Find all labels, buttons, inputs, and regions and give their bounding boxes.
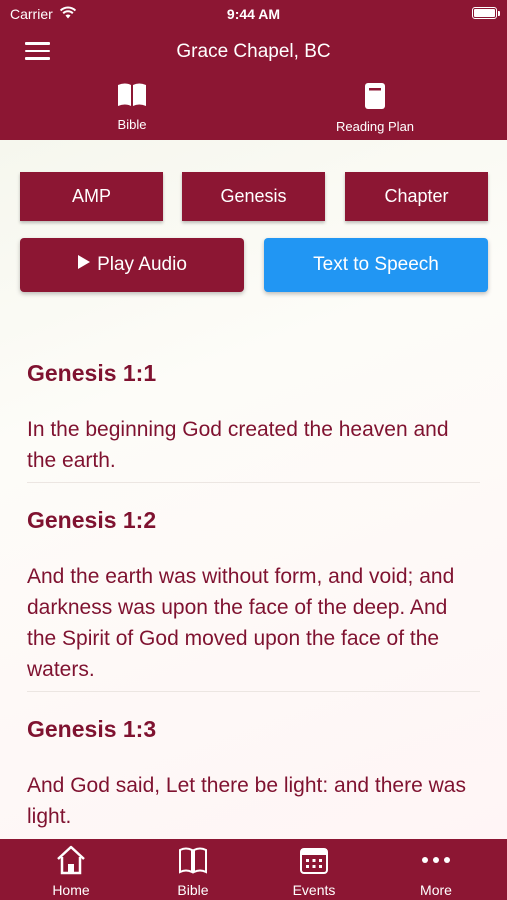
status-time: 9:44 AM: [226, 6, 281, 22]
text-to-speech-label: Text to Speech: [313, 254, 439, 275]
tab-reading-plan[interactable]: Reading Plan: [295, 82, 455, 134]
play-audio-button[interactable]: Play Audio: [20, 238, 244, 292]
nav-bar: Grace Chapel, BC: [0, 28, 507, 78]
open-book-icon: [116, 83, 148, 112]
selector-row: AMP Genesis Chapter: [20, 172, 488, 221]
page-title: Grace Chapel, BC: [176, 41, 331, 62]
more-dots-icon: [420, 857, 452, 879]
tab-label: Home: [52, 882, 90, 898]
bottom-tab-more[interactable]: More: [373, 845, 499, 898]
status-bar: Carrier 9:44 AM: [0, 0, 507, 28]
book-label: Genesis: [220, 186, 287, 206]
text-to-speech-button[interactable]: Text to Speech: [264, 238, 488, 292]
open-book-icon: [177, 847, 209, 879]
verse-item: Genesis 1:3 And God said, Let there be l…: [27, 714, 480, 838]
play-icon: [77, 254, 91, 276]
bottom-tab-bible[interactable]: Bible: [130, 845, 256, 898]
tab-label: Bible: [117, 117, 147, 132]
play-audio-label: Play Audio: [97, 254, 187, 275]
home-icon: [55, 845, 87, 879]
bottom-tab-bar: Home Bible Events More: [0, 839, 507, 900]
chapter-selector[interactable]: Chapter: [345, 172, 488, 221]
bible-content: AMP Genesis Chapter Play Audio Text to S…: [0, 140, 507, 839]
tab-bible[interactable]: Bible: [52, 82, 212, 132]
tab-label: Bible: [177, 882, 209, 898]
verse-text: And the earth was without form, and void…: [27, 565, 455, 681]
header: Carrier 9:44 AM Grace Chapel, BC Bible R…: [0, 0, 507, 140]
version-selector[interactable]: AMP: [20, 172, 163, 221]
bottom-tab-home[interactable]: Home: [8, 845, 134, 898]
verse-reference: Genesis 1:3: [27, 716, 157, 742]
battery-icon: [472, 7, 500, 19]
chapter-label: Chapter: [384, 186, 449, 206]
reading-plan-icon: [363, 83, 387, 114]
version-label: AMP: [71, 186, 111, 206]
bottom-tab-events[interactable]: Events: [251, 845, 377, 898]
verse-item: Genesis 1:2 And the earth was without fo…: [27, 505, 480, 692]
verse-item: Genesis 1:1 In the beginning God created…: [27, 358, 480, 483]
tab-label: More: [420, 882, 452, 898]
top-tab-bar: Bible Reading Plan: [0, 82, 507, 138]
verse-text: And God said, Let there be light: and th…: [27, 774, 466, 828]
verse-reference: Genesis 1:1: [27, 360, 157, 386]
tab-label: Events: [292, 882, 336, 898]
calendar-icon: [299, 848, 329, 879]
verse-text: In the beginning God created the heaven …: [27, 418, 449, 472]
book-selector[interactable]: Genesis: [182, 172, 325, 221]
verse-list: Genesis 1:1 In the beginning God created…: [27, 358, 480, 839]
action-row: Play Audio Text to Speech: [20, 238, 488, 292]
tab-label: Reading Plan: [335, 119, 415, 134]
verse-reference: Genesis 1:2: [27, 507, 157, 533]
